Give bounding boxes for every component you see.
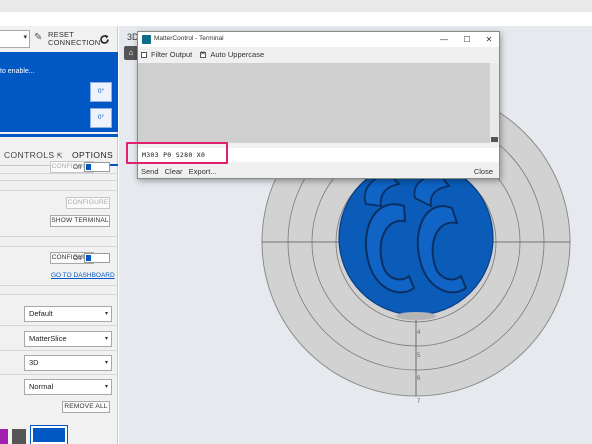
auto-uppercase-checkbox[interactable]: [200, 50, 207, 58]
tab-options[interactable]: OPTIONS: [72, 150, 113, 160]
divider: [0, 180, 118, 181]
filter-output-label: Filter Output: [151, 50, 193, 59]
divider: [0, 374, 118, 375]
divider: [0, 350, 118, 351]
toggle-1[interactable]: [84, 162, 110, 172]
scrollbar-thumb[interactable]: [491, 137, 498, 142]
toggle-knob: [86, 255, 91, 261]
printer-select[interactable]: ▾: [0, 30, 30, 48]
status-accent-bar: [0, 134, 118, 137]
temperature-2[interactable]: 0°: [90, 108, 112, 128]
popout-icon: ⇱: [54, 153, 64, 160]
divider: [0, 285, 118, 286]
part-disc[interactable]: [338, 160, 494, 316]
chevron-down-icon: ▾: [104, 360, 108, 366]
app-icon: [142, 35, 151, 44]
maximize-icon[interactable]: ☐: [457, 33, 477, 46]
chevron-down-icon: ▾: [104, 336, 108, 342]
filter-output-checkbox[interactable]: [141, 52, 147, 58]
ruler-tick-label: 7: [417, 399, 421, 405]
toggle-knob: [86, 164, 91, 170]
terminal-options: Filter Output Auto Uppercase: [141, 50, 264, 59]
tab-controls-label: CONTROLS: [4, 150, 55, 160]
toggle-2[interactable]: [84, 253, 110, 263]
quality-select[interactable]: Default ▾: [24, 306, 112, 322]
close-button[interactable]: Close: [474, 167, 493, 176]
color-swatch-gray[interactable]: [12, 429, 26, 444]
divider: [0, 294, 118, 295]
part-shadow: [396, 312, 436, 320]
show-terminal-button[interactable]: SHOW TERMINAL: [50, 215, 110, 227]
filter-output-option[interactable]: Filter Output: [141, 50, 192, 59]
color-swatch-purple[interactable]: [0, 429, 8, 444]
color-swatch-selected[interactable]: [30, 425, 68, 444]
terminal-output[interactable]: [138, 63, 490, 143]
divider: [0, 246, 118, 247]
divider: [0, 325, 118, 326]
clear-button[interactable]: Clear: [165, 167, 183, 176]
left-panel: ▾ ✎ RESET CONNECTION to enable... 0° 0° …: [0, 26, 118, 444]
auto-uppercase-label: Auto Uppercase: [210, 50, 265, 59]
off-label-1: Off: [73, 164, 82, 171]
chevron-down-icon: ▾: [104, 384, 108, 390]
minimize-icon[interactable]: —: [434, 33, 454, 46]
divider: [0, 236, 118, 237]
refresh-icon[interactable]: [99, 34, 110, 45]
temperature-1[interactable]: 0°: [90, 82, 112, 102]
slicer-select[interactable]: MatterSlice ▾: [24, 331, 112, 347]
tab-controls[interactable]: CONTROLS ⇱: [4, 150, 63, 160]
divider: [0, 190, 118, 191]
terminal-title: MatterControl - Terminal: [154, 35, 224, 42]
configure-button-2[interactable]: CONFIGURE: [66, 197, 110, 209]
export-button[interactable]: Export...: [189, 167, 217, 176]
reset-label-line2: CONNECTION: [48, 38, 101, 47]
reset-connection-label[interactable]: RESET CONNECTION: [48, 31, 100, 47]
chevron-down-icon: ▾: [23, 34, 27, 41]
off-label-2: Off: [73, 255, 82, 262]
close-icon[interactable]: ✕: [479, 33, 499, 46]
app-window: ▾ ✎ RESET CONNECTION to enable... 0° 0° …: [0, 0, 592, 444]
render-select-value: Normal: [29, 382, 54, 391]
quality-select-value: Default: [29, 309, 53, 318]
chevron-down-icon: ▾: [104, 311, 108, 317]
terminal-scrollbar[interactable]: [490, 63, 499, 143]
remove-all-button[interactable]: REMOVE ALL: [62, 401, 110, 413]
printer-status-panel: to enable... 0° 0°: [0, 52, 118, 132]
view-mode-select-value: 3D: [29, 358, 39, 367]
terminal-window: MatterControl - Terminal — ☐ ✕ Filter Ou…: [126, 31, 500, 179]
title-strip: [0, 0, 592, 12]
edit-icon[interactable]: ✎: [34, 32, 42, 43]
divider: [0, 173, 118, 174]
render-select[interactable]: Normal ▾: [24, 379, 112, 395]
status-message: to enable...: [0, 68, 35, 75]
go-to-dashboard-link[interactable]: GO TO DASHBOARD: [51, 272, 115, 279]
terminal-titlebar[interactable]: MatterControl - Terminal — ☐ ✕: [138, 32, 499, 47]
auto-uppercase-option[interactable]: Auto Uppercase: [200, 50, 264, 59]
annotation-highlight: [126, 142, 228, 164]
terminal-actions: Send Clear Export...: [141, 167, 221, 176]
send-button[interactable]: Send: [141, 167, 159, 176]
slicer-select-value: MatterSlice: [29, 334, 67, 343]
view-mode-select[interactable]: 3D ▾: [24, 355, 112, 371]
